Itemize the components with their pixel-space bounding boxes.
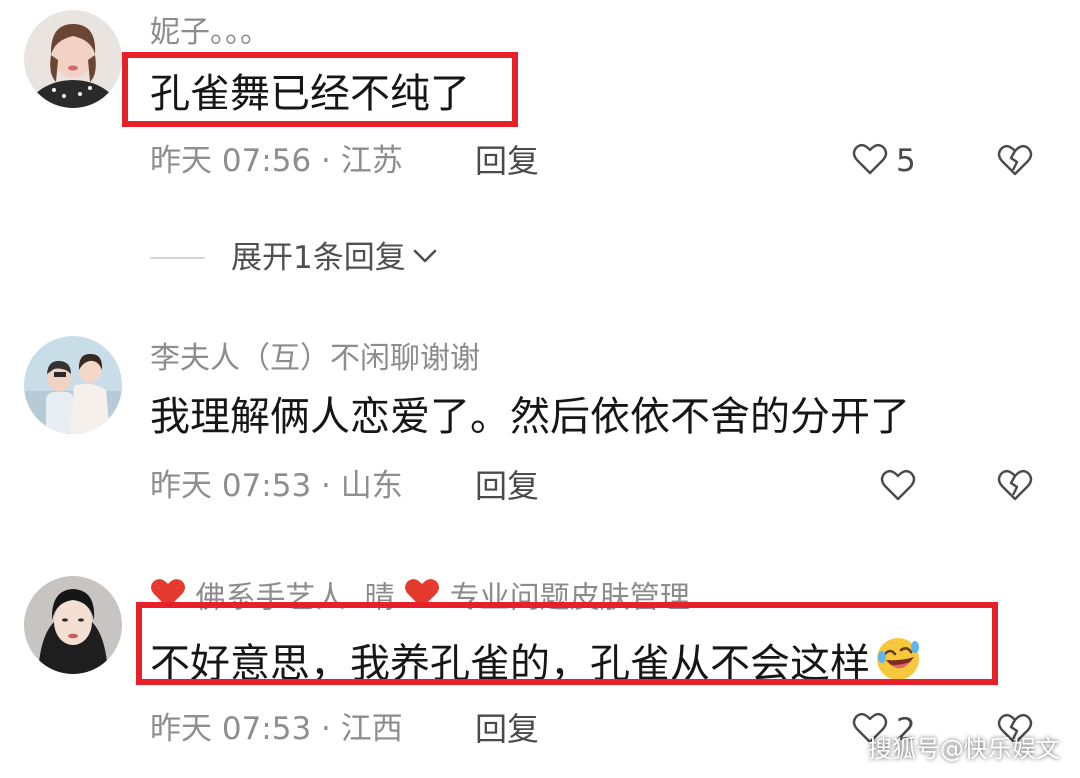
avatar[interactable] <box>24 576 122 674</box>
heart-outline-icon <box>880 468 916 506</box>
dislike-button[interactable] <box>997 468 1033 506</box>
comment-username[interactable]: 妮子。。。 <box>150 14 270 52</box>
chevron-down-icon <box>412 246 438 270</box>
like-button[interactable] <box>880 468 924 506</box>
dislike-button[interactable] <box>997 143 1033 181</box>
comment-item: 李夫人（互）不闲聊谢谢 我理解俩人恋爱了。然后依依不舍的分开了 昨天 07:53… <box>0 320 1080 550</box>
avatar[interactable] <box>24 10 122 108</box>
highlight-box <box>136 602 998 685</box>
comment-meta: 昨天 07:56 · 江苏 <box>150 143 403 179</box>
like-button[interactable]: 5 <box>852 141 916 181</box>
expand-replies-button[interactable]: 展开1条回复 <box>150 238 438 278</box>
divider-line <box>150 257 205 259</box>
reply-button[interactable]: 回复 <box>475 466 539 506</box>
watermark: 搜狐号@快乐娱文 <box>868 735 1060 763</box>
comment-meta: 昨天 07:53 · 江西 <box>150 711 403 747</box>
expand-replies-label: 展开1条回复 <box>231 240 406 276</box>
comment-item: 妮子。。。 孔雀舞已经不纯了 昨天 07:56 · 江苏 回复 5 <box>0 0 1080 230</box>
broken-heart-icon <box>997 144 1033 181</box>
reply-button[interactable]: 回复 <box>475 141 539 181</box>
heart-outline-icon <box>852 142 888 180</box>
avatar[interactable] <box>24 336 122 434</box>
comment-username[interactable]: 李夫人（互）不闲聊谢谢 <box>150 340 480 378</box>
comment-content: 我理解俩人恋爱了。然后依依不舍的分开了 <box>150 394 910 440</box>
reply-button[interactable]: 回复 <box>475 709 539 749</box>
comment-meta: 昨天 07:53 · 山东 <box>150 468 403 504</box>
like-count: 5 <box>896 143 916 179</box>
broken-heart-icon <box>997 469 1033 506</box>
highlight-box <box>122 52 518 127</box>
